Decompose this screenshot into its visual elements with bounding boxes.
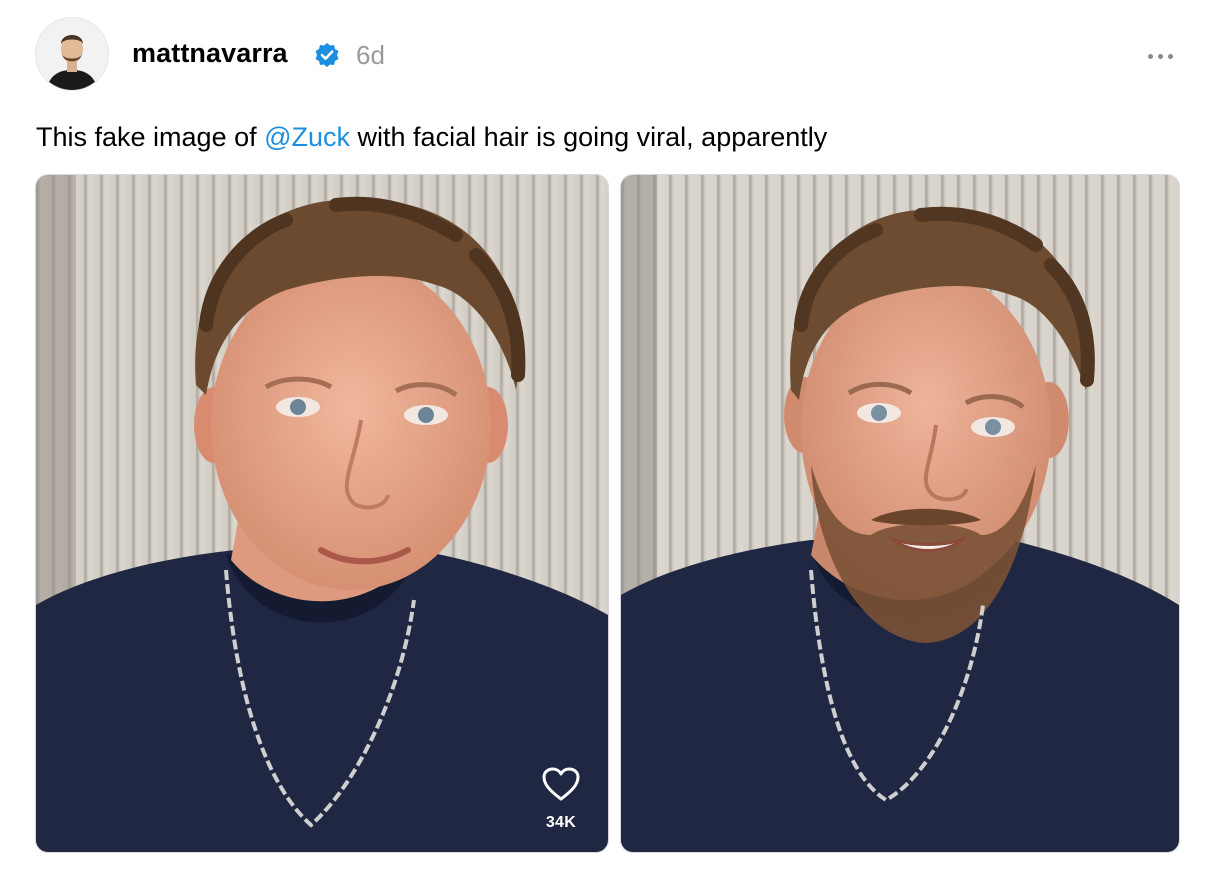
heart-icon[interactable] <box>541 766 581 802</box>
avatar-photo <box>36 18 108 90</box>
photo-with-beard <box>621 175 1179 852</box>
post-timestamp: 6d <box>356 40 385 70</box>
thread-post: mattnavarra 6d This fake image of @Zuck … <box>0 0 1232 880</box>
author-username[interactable]: mattnavarra <box>132 38 288 69</box>
mention-link[interactable]: @Zuck <box>264 122 350 152</box>
more-horizontal-icon <box>1167 53 1173 59</box>
post-text-after: with facial hair is going viral, apparen… <box>350 122 828 152</box>
like-overlay: 34K <box>536 766 586 832</box>
post-text-before: This fake image of <box>36 122 265 152</box>
more-horizontal-icon <box>1147 53 1153 59</box>
post-image-clean-shaven[interactable]: 34K <box>36 175 608 852</box>
photo-clean-shaven <box>36 175 608 852</box>
post-image-with-beard[interactable] <box>621 175 1179 852</box>
post-text: This fake image of @Zuck with facial hai… <box>36 122 827 153</box>
like-count: 34K <box>545 814 577 831</box>
verified-badge-icon <box>315 43 339 67</box>
author-avatar[interactable] <box>36 18 108 90</box>
more-horizontal-icon <box>1157 53 1163 59</box>
more-options-button[interactable] <box>1140 40 1180 72</box>
